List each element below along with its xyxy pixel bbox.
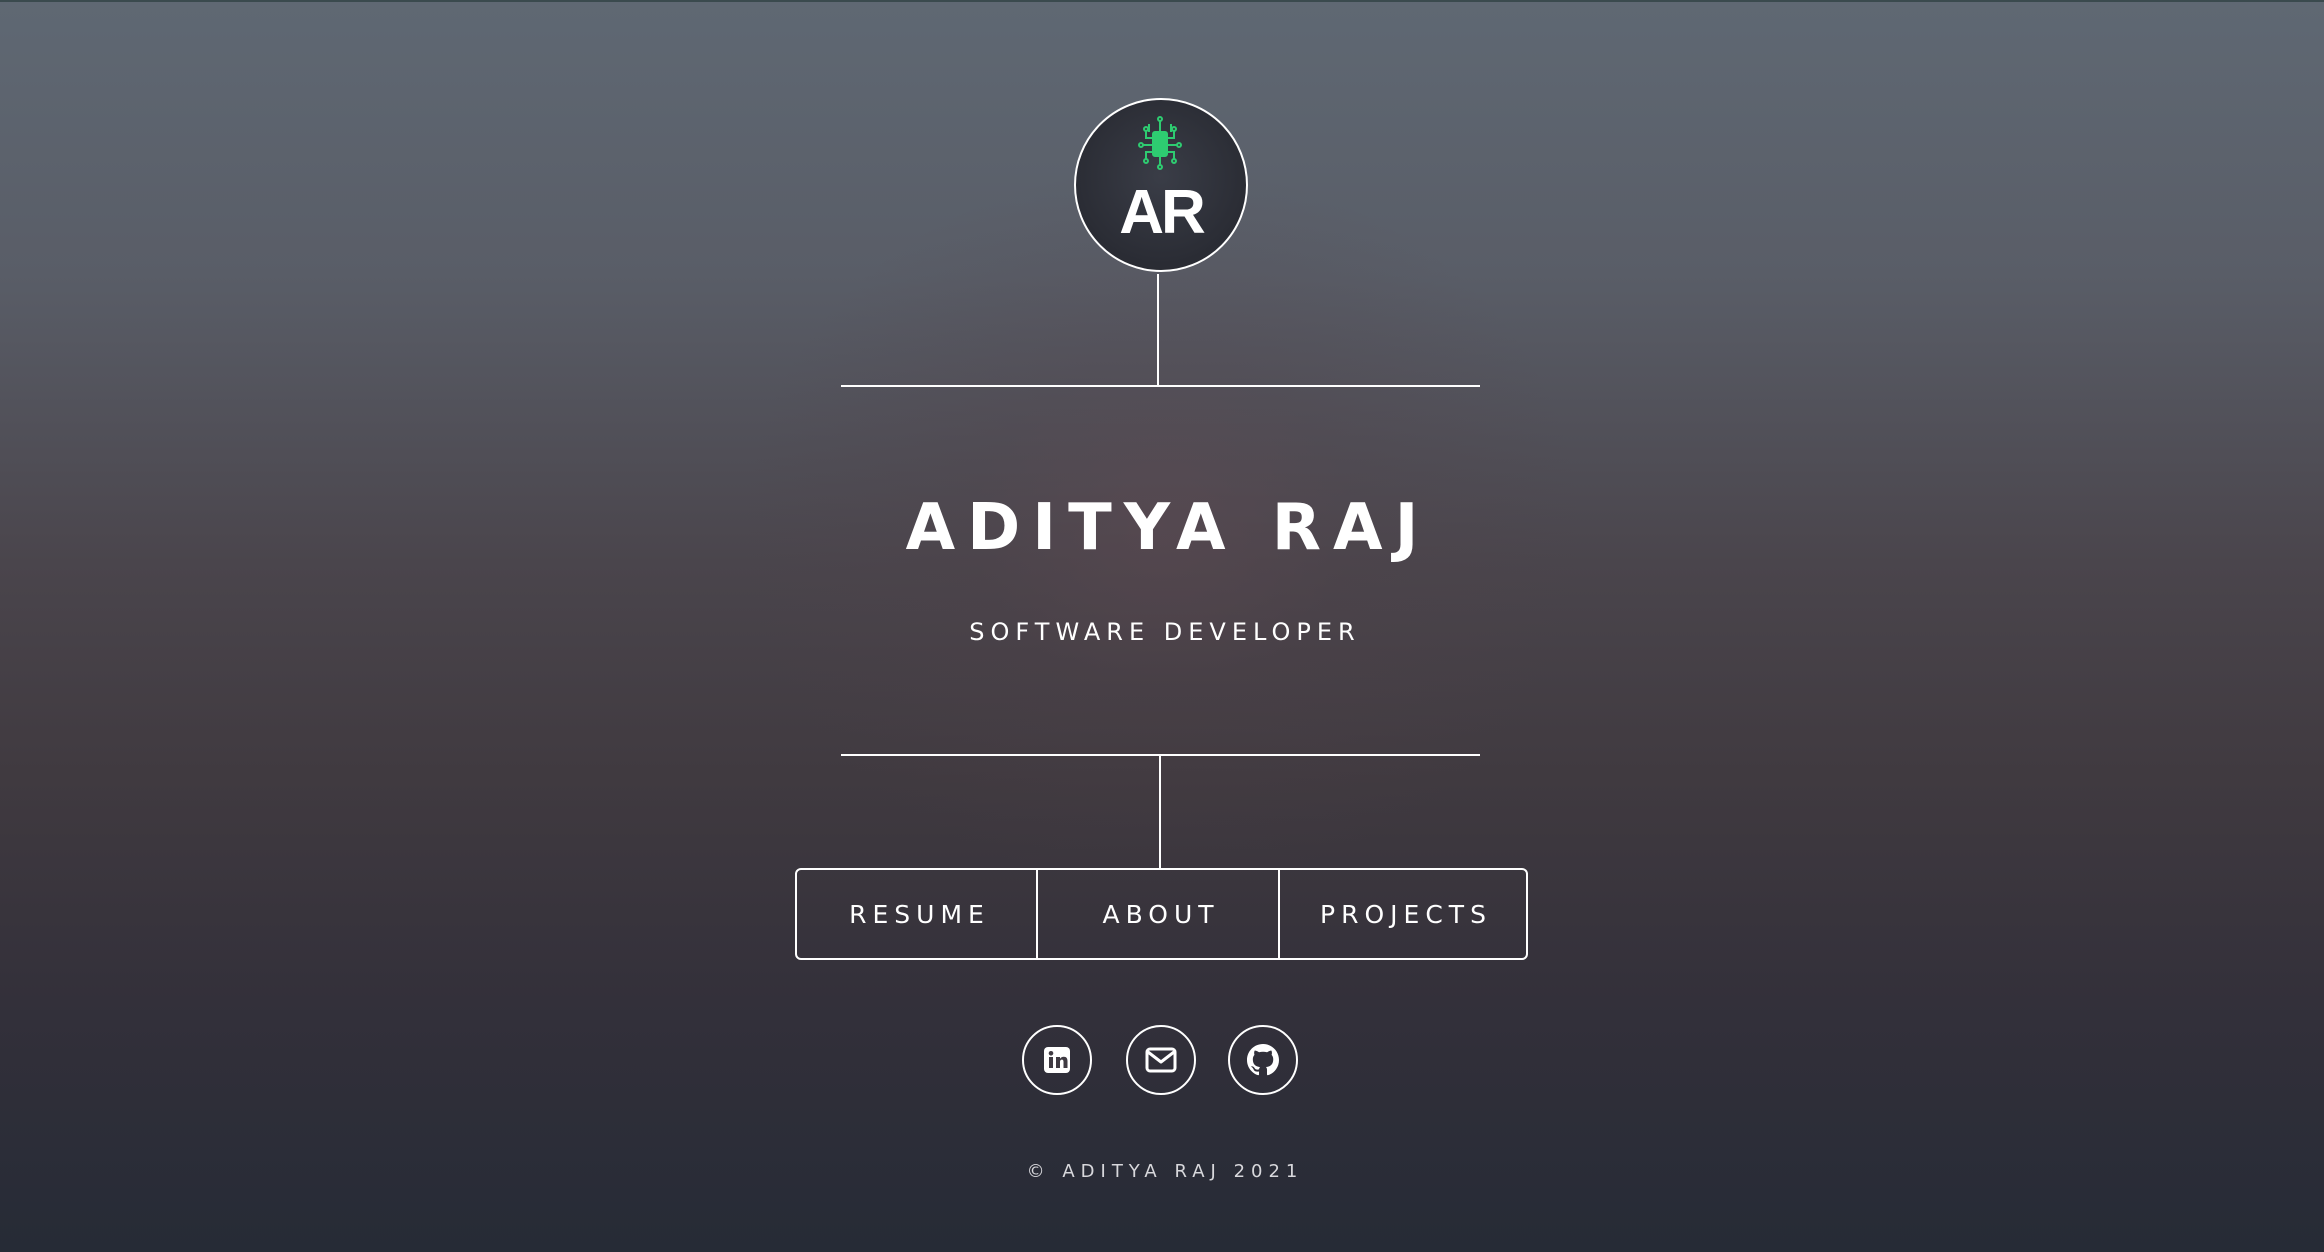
connector-line-bottom	[1159, 755, 1161, 868]
hero-name: ADITYA RAJ	[905, 491, 1431, 565]
github-link[interactable]	[1228, 1025, 1298, 1095]
email-link[interactable]	[1126, 1025, 1196, 1095]
top-edge-bar	[0, 0, 2324, 2]
connector-line-top	[1157, 274, 1159, 386]
hero-title: SOFTWARE DEVELOPER	[969, 618, 1361, 646]
main-nav: RESUME ABOUT PROJECTS	[795, 868, 1528, 960]
mail-icon	[1145, 1047, 1177, 1073]
divider-top	[841, 385, 1480, 387]
projects-button[interactable]: PROJECTS	[1280, 870, 1526, 958]
logo[interactable]: AR	[1074, 98, 1248, 272]
footer-copyright: © ADITYA RAJ 2021	[1026, 1161, 1304, 1182]
resume-button[interactable]: RESUME	[797, 870, 1038, 958]
linkedin-icon	[1044, 1047, 1070, 1073]
github-icon	[1247, 1044, 1279, 1076]
about-button[interactable]: ABOUT	[1038, 870, 1280, 958]
logo-text: AR	[1119, 178, 1206, 247]
linkedin-link[interactable]	[1022, 1025, 1092, 1095]
